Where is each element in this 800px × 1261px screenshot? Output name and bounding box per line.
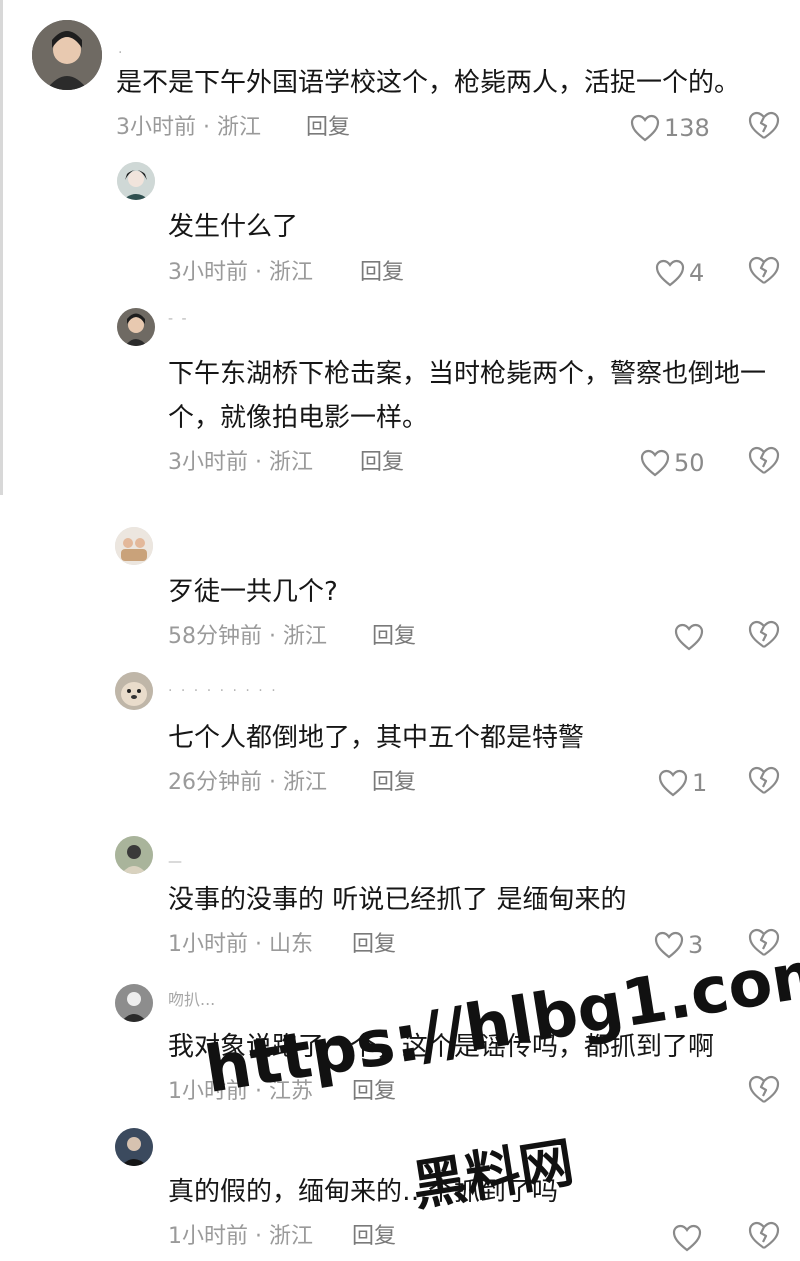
comment-time: 3小时前 bbox=[116, 115, 196, 140]
avatar[interactable] bbox=[117, 162, 155, 200]
meta-separator: · bbox=[255, 1224, 262, 1249]
comment-text: 真的假的，缅甸来的…个抓到了吗 bbox=[168, 1177, 559, 1207]
avatar[interactable] bbox=[115, 984, 153, 1022]
reply-button[interactable]: 回复 bbox=[352, 1077, 396, 1107]
broken-heart-icon bbox=[748, 928, 780, 956]
like-count: 4 bbox=[689, 259, 705, 287]
comment-time: 26分钟前 bbox=[168, 770, 262, 795]
comment-meta: 3小时前 · 浙江 bbox=[116, 113, 261, 143]
username[interactable]: . bbox=[118, 42, 128, 56]
meta-separator: · bbox=[255, 1079, 262, 1104]
comment-region: 山东 bbox=[269, 932, 314, 957]
comment-meta: 3小时前 · 浙江 bbox=[168, 258, 313, 288]
like-button[interactable]: 50 bbox=[640, 446, 705, 480]
meta-separator: · bbox=[269, 624, 276, 649]
comment-meta: 58分钟前 · 浙江 bbox=[168, 622, 327, 652]
meta-separator: · bbox=[269, 770, 276, 795]
meta-separator: · bbox=[255, 932, 262, 957]
broken-heart-icon bbox=[748, 111, 780, 139]
comment-text: 发生什么了 bbox=[168, 212, 299, 242]
comment-time: 58分钟前 bbox=[168, 624, 262, 649]
comment-text: 七个人都倒地了，其中五个都是特警 bbox=[168, 723, 585, 753]
like-button[interactable] bbox=[674, 620, 708, 654]
reply-button[interactable]: 回复 bbox=[360, 258, 404, 288]
dislike-button[interactable] bbox=[748, 928, 782, 962]
comment-time: 3小时前 bbox=[168, 260, 248, 285]
username[interactable]: — bbox=[168, 855, 198, 869]
comment-meta: 26分钟前 · 浙江 bbox=[168, 768, 327, 798]
comment-region: 浙江 bbox=[283, 770, 328, 795]
comment-region: 浙江 bbox=[217, 115, 262, 140]
comment-text: 没事的没事的 听说已经抓了 是缅甸来的 bbox=[168, 885, 627, 915]
comment-text: 下午东湖桥下枪击案，当时枪毙两个，警察也倒地一个，就像拍电影一样。 bbox=[168, 359, 767, 433]
meta-separator: · bbox=[255, 260, 262, 285]
comment-region: 浙江 bbox=[269, 450, 314, 475]
comment-time: 1小时前 bbox=[168, 932, 248, 957]
avatar[interactable] bbox=[115, 672, 153, 710]
reply-button[interactable]: 回复 bbox=[372, 768, 416, 798]
comment-time: 1小时前 bbox=[168, 1224, 248, 1249]
like-button[interactable]: 1 bbox=[658, 766, 707, 800]
avatar[interactable] bbox=[32, 20, 102, 90]
like-count: 1 bbox=[692, 769, 708, 797]
like-button[interactable]: 4 bbox=[655, 256, 704, 290]
reply-button[interactable]: 回复 bbox=[306, 113, 350, 143]
comment-time: 3小时前 bbox=[168, 450, 248, 475]
comment-text: 是不是下午外国语学校这个，枪毙两人，活捉一个的。 bbox=[116, 68, 741, 98]
avatar[interactable] bbox=[115, 1128, 153, 1166]
reply-button[interactable]: 回复 bbox=[360, 448, 404, 478]
username[interactable]: · · · · · · · · · bbox=[168, 684, 428, 698]
broken-heart-icon bbox=[748, 256, 780, 284]
heart-icon bbox=[630, 114, 660, 142]
reply-button[interactable]: 回复 bbox=[352, 1222, 396, 1252]
like-count: 50 bbox=[674, 449, 705, 477]
broken-heart-icon bbox=[748, 620, 780, 648]
dislike-button[interactable] bbox=[748, 1075, 782, 1109]
reply-button[interactable]: 回复 bbox=[352, 930, 396, 960]
comment-region: 浙江 bbox=[269, 260, 314, 285]
avatar[interactable] bbox=[117, 308, 155, 346]
comment-meta: 1小时前 · 浙江 bbox=[168, 1222, 313, 1252]
dislike-button[interactable] bbox=[748, 620, 782, 654]
comment-text: 歹徒一共几个? bbox=[168, 577, 338, 607]
comment-region: 浙江 bbox=[269, 1224, 314, 1249]
heart-icon bbox=[640, 449, 670, 477]
avatar[interactable] bbox=[115, 836, 153, 874]
heart-icon bbox=[674, 623, 704, 651]
username[interactable]: 吻扒... bbox=[168, 992, 258, 1008]
comment-meta: 3小时前 · 浙江 bbox=[168, 448, 313, 478]
comment-time: 1小时前 bbox=[168, 1079, 248, 1104]
comment-region: 浙江 bbox=[283, 624, 328, 649]
comment-region: 江苏 bbox=[269, 1079, 314, 1104]
broken-heart-icon bbox=[748, 446, 780, 474]
heart-icon bbox=[655, 259, 685, 287]
broken-heart-icon bbox=[748, 1075, 780, 1103]
username[interactable]: - - bbox=[168, 312, 208, 326]
broken-heart-icon bbox=[748, 766, 780, 794]
avatar[interactable] bbox=[115, 527, 153, 565]
dislike-button[interactable] bbox=[748, 766, 782, 800]
dislike-button[interactable] bbox=[748, 446, 782, 480]
reply-button[interactable]: 回复 bbox=[372, 622, 416, 652]
comment-text: 我对象说跑了一个，这个是谣传吗，都抓到了啊 bbox=[168, 1032, 715, 1062]
dislike-button[interactable] bbox=[748, 1221, 782, 1255]
heart-icon bbox=[654, 931, 684, 959]
like-count: 3 bbox=[688, 931, 704, 959]
like-button[interactable]: 3 bbox=[654, 928, 703, 962]
meta-separator: · bbox=[255, 450, 262, 475]
like-count: 138 bbox=[664, 114, 710, 142]
heart-icon bbox=[672, 1224, 702, 1252]
like-button[interactable]: 138 bbox=[630, 111, 710, 145]
like-button[interactable] bbox=[672, 1221, 702, 1255]
comment-meta: 1小时前 · 山东 bbox=[168, 930, 313, 960]
dislike-button[interactable] bbox=[748, 111, 782, 145]
meta-separator: · bbox=[203, 115, 210, 140]
broken-heart-icon bbox=[748, 1221, 780, 1249]
dislike-button[interactable] bbox=[748, 256, 782, 290]
comment-meta: 1小时前 · 江苏 bbox=[168, 1077, 313, 1107]
heart-icon bbox=[658, 769, 688, 797]
left-edge-line bbox=[0, 0, 3, 495]
